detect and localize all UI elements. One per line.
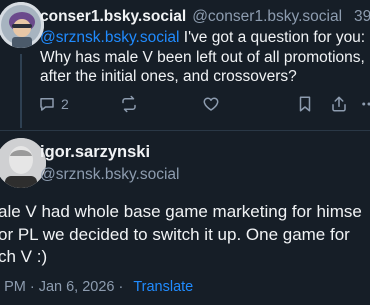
reply-text-line: after the initial ones, and crossovers? (40, 68, 297, 85)
repost-button[interactable] (120, 95, 138, 113)
reply-button[interactable]: 2 (38, 95, 69, 113)
author-name[interactable]: igor.sarzynski (40, 142, 150, 162)
reply-text: @srznsk.bsky.social I've got a question … (40, 28, 370, 87)
avatar[interactable] (0, 2, 44, 48)
author-name[interactable]: conser1.bsky.social (40, 8, 186, 25)
mention-link[interactable]: @srznsk.bsky.social (40, 29, 179, 46)
meta-separator: · (29, 279, 35, 295)
reply-post[interactable]: conser1.bsky.social @conser1.bsky.social 3… (0, 0, 370, 130)
meta-separator: · (118, 279, 124, 295)
post-text-line: ch V :) (0, 247, 48, 266)
share-button[interactable] (330, 95, 348, 113)
post-time[interactable]: 39 (354, 8, 370, 25)
post-actions: 2 (38, 95, 370, 117)
more-options-button[interactable] (360, 95, 370, 113)
post-thread-view: conser1.bsky.social @conser1.bsky.social 3… (0, 0, 370, 305)
post-date: Jan 6, 2026 (38, 279, 115, 295)
post-text: ale V had whole base game marketing for … (0, 201, 370, 269)
post-divider (0, 130, 370, 131)
reply-text-fragment: I've got a question for you: (179, 29, 366, 46)
thread-connector-line (20, 54, 22, 128)
translate-link[interactable]: Translate (133, 279, 193, 295)
like-icon (203, 97, 219, 111)
post-time: 5 PM (0, 279, 26, 295)
reply-text-line: @srznsk.bsky.social I've got a question … (40, 28, 370, 48)
reply-author-row: conser1.bsky.social @conser1.bsky.social 3… (40, 7, 370, 27)
post-meta: 5 PM·Jan 6, 2026·Translate (0, 278, 193, 296)
author-handle[interactable]: @srznsk.bsky.social (40, 165, 179, 185)
author-handle[interactable]: @conser1.bsky.social (192, 8, 342, 25)
repost-icon (122, 95, 136, 113)
more-icon (362, 102, 370, 106)
share-icon (332, 96, 346, 112)
bookmark-button[interactable] (296, 95, 314, 113)
post-text-line: ale V had whole base game marketing for … (0, 202, 362, 221)
reply-count: 2 (61, 96, 69, 112)
like-button[interactable] (202, 95, 220, 113)
reply-text-line: Why has male V been left out of all prom… (40, 48, 365, 66)
post-text-line: or PL we decided to switch it up. One ga… (0, 224, 350, 244)
reply-icon (40, 98, 54, 111)
bookmark-icon (299, 96, 311, 112)
avatar-image (0, 2, 44, 48)
